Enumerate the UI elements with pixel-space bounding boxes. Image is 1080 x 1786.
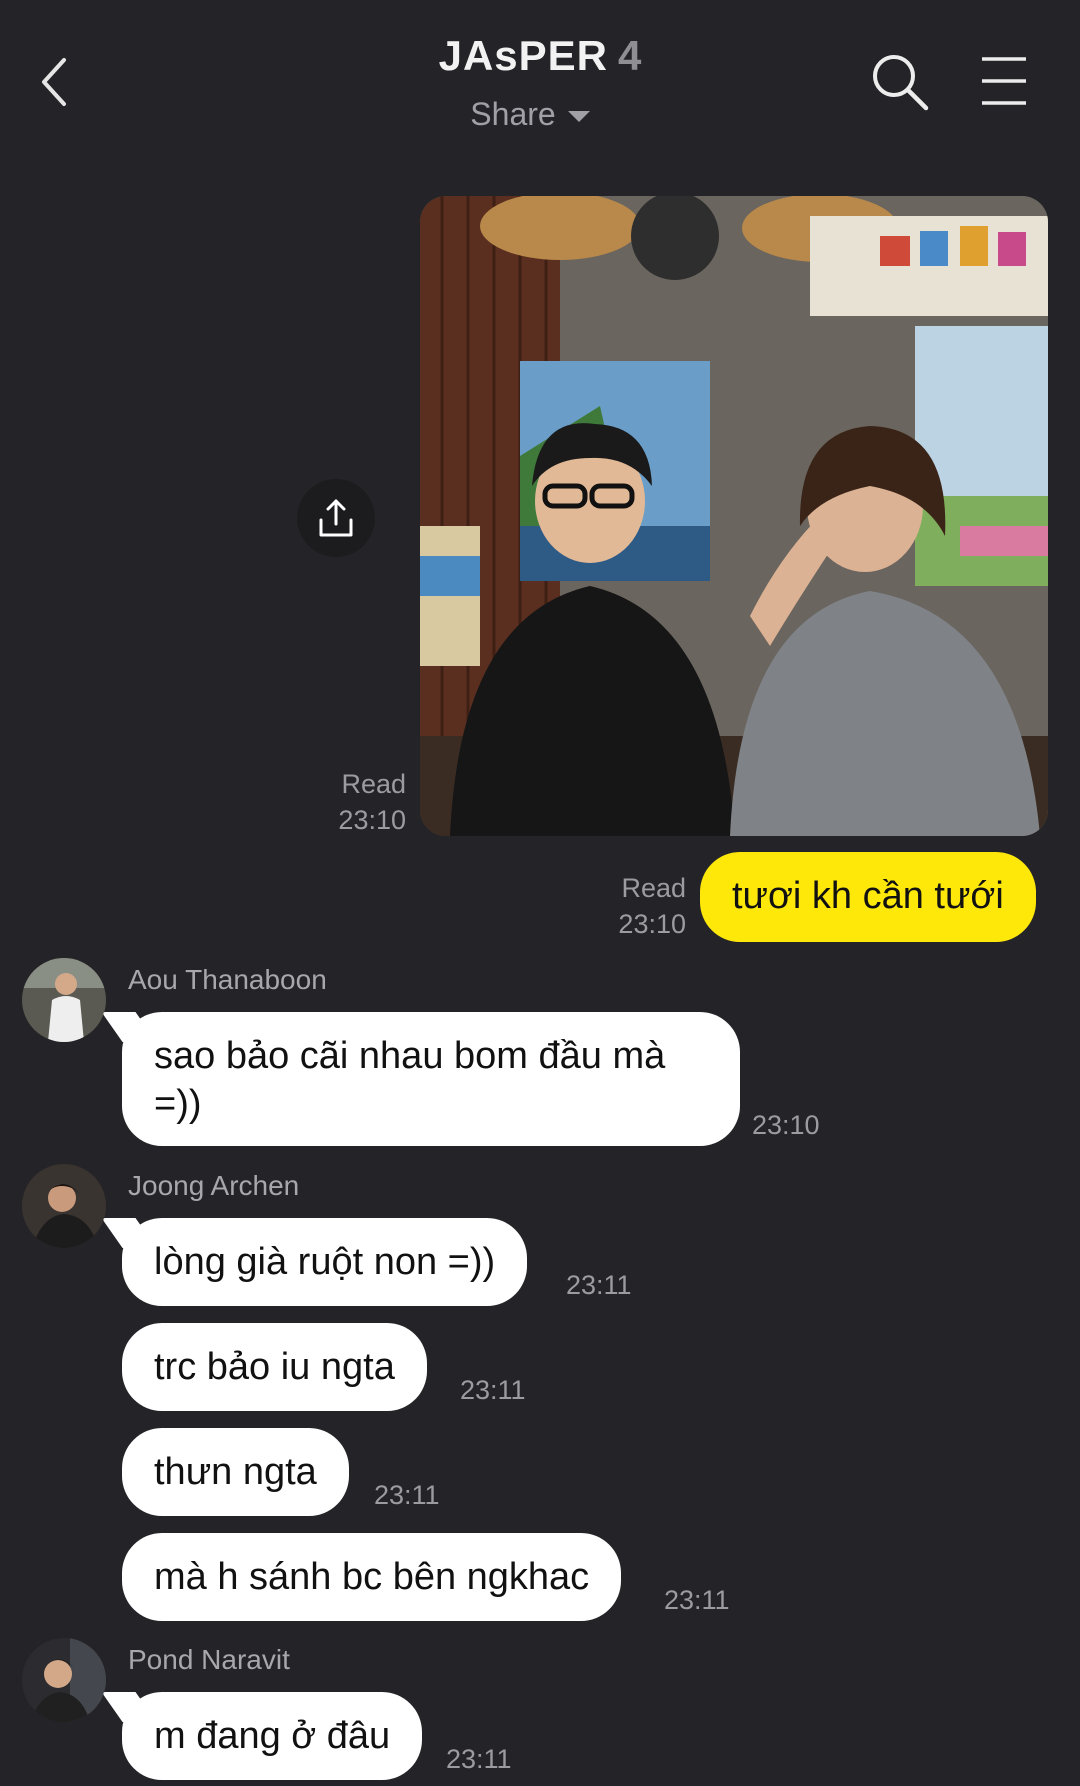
message-bubble[interactable]: sao bảo cãi nhau bom đầu mà =)) <box>122 1012 740 1146</box>
message-bubble[interactable]: lòng già ruột non =)) <box>122 1218 528 1306</box>
chat-header: JAsPER 4 Share <box>0 0 1080 150</box>
avatar-image <box>22 1164 106 1248</box>
caret-down-icon <box>567 111 590 123</box>
avatar-image <box>22 1638 106 1722</box>
message-bubble[interactable]: thưn ngta <box>122 1428 349 1516</box>
share-photo-button[interactable] <box>297 479 375 557</box>
read-label: Read <box>341 769 406 799</box>
message-bubble[interactable]: m đang ở đâu <box>122 1692 423 1780</box>
message-time: 23:10 <box>618 909 686 939</box>
own-read-status: Read 23:10 <box>580 870 686 942</box>
share-upload-icon <box>319 499 353 537</box>
message-line: sao bảo cãi nhau bom đầu mà <box>154 1035 666 1077</box>
sender-name: Aou Thanaboon <box>128 964 327 995</box>
avatar-image <box>22 958 106 1042</box>
menu-button[interactable] <box>980 56 1028 106</box>
avatar-joong[interactable] <box>22 1164 106 1248</box>
chat-name: JAsPER <box>438 32 609 79</box>
message-line: =)) <box>154 1083 202 1125</box>
photo-message[interactable] <box>420 196 1048 836</box>
message-time: 23:10 <box>338 805 406 835</box>
message-time: 23:11 <box>566 1270 632 1300</box>
cafe-photo-image <box>420 196 1048 836</box>
read-label: Read <box>621 873 686 903</box>
share-label: Share <box>470 96 556 132</box>
message-time: 23:11 <box>446 1744 512 1774</box>
sender-name: Pond Naravit <box>128 1644 290 1675</box>
avatar-pond[interactable] <box>22 1638 106 1722</box>
own-message-bubble[interactable]: tươi kh cần tưới <box>700 852 1036 942</box>
message-time: 23:11 <box>460 1375 526 1405</box>
member-count: 4 <box>618 32 642 79</box>
message-time: 23:11 <box>664 1585 730 1615</box>
photo-read-status: Read 23:10 <box>300 766 406 838</box>
message-time: 23:10 <box>752 1110 820 1140</box>
search-button[interactable] <box>870 52 930 112</box>
message-bubble[interactable]: mà h sánh bc bên ngkhac <box>122 1533 622 1621</box>
avatar-aou[interactable] <box>22 958 106 1042</box>
search-icon <box>873 55 929 111</box>
menu-icon <box>982 57 1026 105</box>
sender-name: Joong Archen <box>128 1170 300 1201</box>
message-time: 23:11 <box>374 1480 440 1510</box>
message-bubble[interactable]: trc bảo iu ngta <box>122 1323 427 1411</box>
